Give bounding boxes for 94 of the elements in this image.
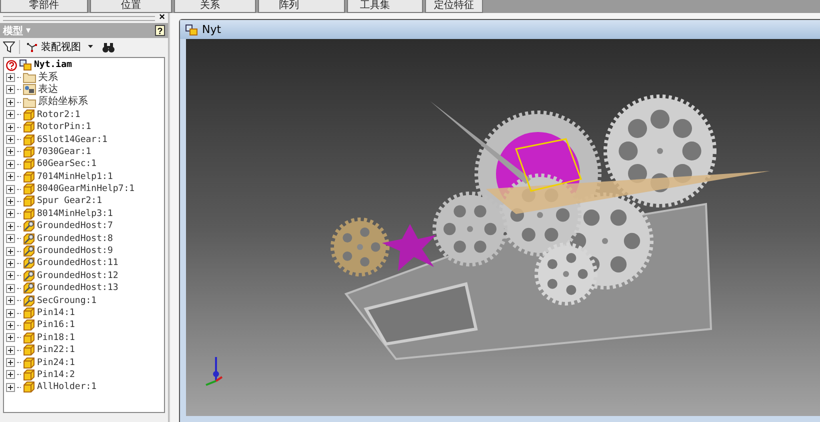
expand-icon[interactable] bbox=[6, 196, 15, 206]
tree-item[interactable]: SecGroung:1 bbox=[37, 294, 97, 307]
tree-item[interactable]: Pin18:1 bbox=[37, 332, 75, 344]
cube-icon bbox=[23, 146, 35, 158]
cube-icon bbox=[23, 368, 35, 381]
expand-icon[interactable] bbox=[6, 308, 15, 318]
tree-item[interactable]: AllHolder:1 bbox=[37, 381, 97, 394]
window-title: Nyt bbox=[202, 23, 222, 36]
pinned-cube-icon bbox=[23, 232, 35, 245]
tree-item[interactable]: GroundedHost:12 bbox=[37, 270, 118, 282]
expand-icon[interactable] bbox=[6, 222, 15, 231]
assembly-icon bbox=[185, 24, 198, 36]
cube-icon bbox=[23, 170, 35, 183]
tree-item[interactable]: GroundedHost:13 bbox=[37, 282, 118, 294]
expand-icon[interactable] bbox=[6, 73, 15, 82]
expand-icon[interactable] bbox=[6, 122, 15, 132]
expand-icon[interactable] bbox=[6, 172, 15, 182]
cube-icon bbox=[23, 307, 35, 319]
tree-item[interactable]: 表达 bbox=[38, 84, 58, 96]
tree-item[interactable]: Pin24:1 bbox=[37, 356, 75, 369]
folder-icon bbox=[23, 96, 36, 108]
expand-icon[interactable] bbox=[6, 296, 15, 306]
expand-icon[interactable] bbox=[6, 98, 15, 107]
tree-item[interactable]: Pin14:2 bbox=[37, 368, 75, 381]
expand-icon[interactable] bbox=[6, 271, 15, 280]
expand-icon[interactable] bbox=[6, 160, 15, 169]
tree-item[interactable]: GroundedHost:8 bbox=[37, 232, 113, 245]
tree-item[interactable]: 8014MinHelp3:1 bbox=[37, 208, 113, 220]
expand-icon[interactable] bbox=[6, 184, 15, 194]
cube-icon bbox=[23, 195, 35, 208]
tree-item[interactable]: 7014MinHelp1:1 bbox=[37, 170, 113, 183]
pinned-cube-icon bbox=[23, 220, 35, 232]
cube-icon bbox=[23, 108, 35, 121]
tree-item[interactable]: Pin16:1 bbox=[37, 319, 75, 332]
expand-icon[interactable] bbox=[6, 358, 15, 368]
expand-icon[interactable] bbox=[6, 147, 15, 156]
expand-icon[interactable] bbox=[6, 246, 15, 256]
folder-icon bbox=[23, 72, 36, 84]
tree-item[interactable]: Nyt.iam bbox=[34, 59, 72, 72]
expand-icon[interactable] bbox=[6, 333, 15, 342]
cube-icon bbox=[23, 183, 35, 196]
tree-item[interactable]: 6Slot14Gear:1 bbox=[37, 134, 108, 146]
cube-icon bbox=[23, 158, 35, 170]
tree-item[interactable]: 原始坐标系 bbox=[38, 96, 88, 108]
hierarchy-icon bbox=[26, 42, 38, 52]
ribbon-tab[interactable]: 位置 bbox=[90, 0, 172, 13]
tree-item[interactable]: GroundedHost:7 bbox=[37, 220, 113, 232]
expand-icon[interactable] bbox=[6, 382, 15, 392]
pinned-cube-icon bbox=[23, 294, 35, 307]
tree-item[interactable]: Spur Gear2:1 bbox=[37, 195, 102, 208]
3d-viewport[interactable] bbox=[186, 39, 820, 416]
tree-item[interactable]: RotorPin:1 bbox=[37, 121, 92, 134]
tree-item[interactable]: Rotor2:1 bbox=[37, 108, 80, 121]
ribbon-tab[interactable]: 工具集 bbox=[347, 0, 423, 13]
expand-icon[interactable] bbox=[6, 234, 15, 244]
cube-icon bbox=[23, 344, 35, 356]
tree-item[interactable]: 8040GearMinHelp7:1 bbox=[37, 183, 135, 196]
question-icon bbox=[6, 60, 17, 71]
cube-icon bbox=[23, 381, 35, 394]
cube-icon bbox=[23, 332, 35, 344]
tree-item[interactable]: Pin14:1 bbox=[37, 307, 75, 319]
expand-icon[interactable] bbox=[6, 320, 15, 330]
expand-icon[interactable] bbox=[6, 346, 15, 355]
representation-icon bbox=[23, 84, 36, 96]
expand-icon[interactable] bbox=[6, 370, 15, 380]
expand-icon[interactable] bbox=[6, 110, 15, 120]
tree-item[interactable]: Pin22:1 bbox=[37, 344, 75, 356]
tree-item[interactable]: GroundedHost:11 bbox=[37, 257, 118, 270]
help-button[interactable]: ? bbox=[155, 25, 165, 36]
cube-icon bbox=[23, 121, 35, 134]
axis-triad-icon bbox=[206, 357, 223, 386]
pinned-cube-icon bbox=[23, 270, 35, 282]
binoculars-icon[interactable] bbox=[102, 42, 115, 52]
cube-icon bbox=[23, 134, 35, 146]
pinned-cube-icon bbox=[23, 257, 35, 270]
tree-item[interactable]: 7030Gear:1 bbox=[37, 146, 92, 158]
filter-icon[interactable] bbox=[3, 41, 15, 53]
cube-icon bbox=[23, 319, 35, 332]
tree-item[interactable]: 60GearSec:1 bbox=[37, 158, 97, 170]
assembly-icon bbox=[19, 59, 32, 72]
tree-item[interactable]: GroundedHost:9 bbox=[37, 245, 113, 258]
cube-icon bbox=[23, 356, 35, 369]
close-button[interactable]: × bbox=[159, 13, 165, 23]
pinned-cube-icon bbox=[23, 282, 35, 294]
ribbon-tab[interactable]: 阵列 bbox=[258, 0, 345, 13]
cube-icon bbox=[23, 208, 35, 220]
tree-item[interactable]: 关系 bbox=[38, 72, 58, 84]
expand-icon[interactable] bbox=[6, 209, 15, 218]
expand-icon[interactable] bbox=[6, 284, 15, 293]
expand-icon[interactable] bbox=[6, 85, 15, 94]
expand-icon[interactable] bbox=[6, 135, 15, 144]
view-dropdown[interactable]: 装配视图 bbox=[24, 40, 98, 54]
expand-icon[interactable] bbox=[6, 258, 15, 268]
pinned-cube-icon bbox=[23, 245, 35, 258]
